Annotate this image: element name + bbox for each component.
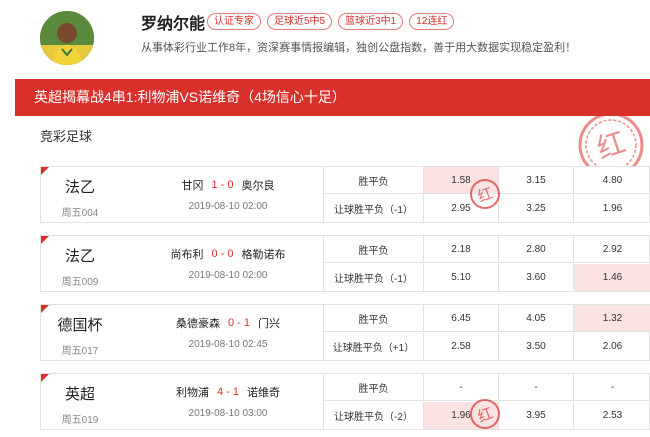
section-label: 竞彩足球 — [40, 129, 93, 144]
match-time: 2019-08-10 02:00 — [188, 270, 268, 281]
svg-text:红: 红 — [593, 125, 630, 165]
expert-name: 罗纳尔能 — [141, 16, 206, 33]
odds-row: 让球胜平负（-1） 5.10 3.60 1.46 — [324, 264, 650, 291]
odds-table: 胜平负 2.18 2.80 2.92 让球胜平负（-1） 5.10 3.60 1.46 — [323, 236, 650, 291]
tag-basketball-record: 篮球近3中1 — [338, 13, 404, 30]
odds-cell[interactable]: 2.18 — [424, 236, 499, 262]
home-team: 桑德豪森 — [175, 318, 220, 330]
match-time: 2019-08-10 03:00 — [188, 408, 268, 419]
bet-type: 让球胜平负（-2） — [324, 402, 424, 429]
odds-cell[interactable]: 1.32 — [574, 305, 650, 331]
match-teams: 桑德豪森 0 - 1 门兴 — [153, 315, 303, 331]
odds-cell[interactable]: 2.80 — [499, 236, 574, 262]
home-team: 尚布利 — [170, 249, 204, 261]
bet-type: 胜平负 — [324, 167, 424, 193]
expert-tags: 认证专家 足球近5中5 篮球近3中1 12连红 — [207, 13, 455, 30]
odds-cell[interactable]: 2.92 — [574, 236, 650, 262]
hit-stamp-icon: 红 — [470, 399, 500, 429]
corner-marker — [41, 167, 49, 175]
match-score: 0 - 0 — [211, 248, 234, 260]
away-team: 诺维奇 — [247, 387, 280, 399]
away-team: 门兴 — [258, 318, 280, 330]
bet-type: 让球胜平负（+1） — [324, 333, 424, 360]
odds-cell[interactable]: 4.80 — [574, 167, 650, 193]
match-teams: 尚布利 0 - 0 格勒诺布 — [153, 246, 303, 262]
svg-text:红: 红 — [475, 404, 495, 426]
league-name: 法乙 — [64, 248, 95, 265]
tag-certified: 认证专家 — [207, 13, 261, 30]
odds-cell[interactable]: 3.15 — [499, 167, 574, 193]
match-score: 1 - 0 — [211, 179, 234, 191]
match-card[interactable]: 法乙 周五009 尚布利 0 - 0 格勒诺布 2019-08-10 02:00… — [40, 235, 650, 292]
odds-cell[interactable]: 2.06 — [574, 333, 650, 360]
away-team: 奥尔良 — [241, 180, 275, 192]
odds-table: 胜平负 6.45 4.05 1.32 让球胜平负（+1） 2.58 3.50 2.06 — [323, 305, 650, 360]
league-name: 法乙 — [64, 179, 95, 196]
match-issue: 周五019 — [61, 415, 99, 426]
bet-type: 让球胜平负（-1） — [324, 195, 424, 222]
corner-marker — [41, 236, 49, 244]
corner-marker — [41, 305, 49, 313]
odds-cell[interactable]: 6.45 — [424, 305, 499, 331]
odds-cell[interactable]: 2.58 — [424, 333, 499, 360]
bet-type: 让球胜平负（-1） — [324, 264, 424, 291]
odds-row: 让球胜平负（+1） 2.58 3.50 2.06 — [324, 333, 650, 360]
odds-row: 胜平负 6.45 4.05 1.32 — [324, 305, 650, 332]
match-issue: 周五017 — [61, 346, 99, 357]
odds-cell[interactable]: 1.46 — [574, 264, 650, 291]
hit-stamp-icon: 红 — [470, 179, 500, 209]
away-team: 格勒诺布 — [241, 249, 286, 261]
svg-text:红: 红 — [475, 184, 495, 206]
bet-type: 胜平负 — [324, 236, 424, 262]
match-card[interactable]: 德国杯 周五017 桑德豪森 0 - 1 门兴 2019-08-10 02:45… — [40, 304, 650, 361]
match-teams: 利物浦 4 - 1 诺维奇 — [153, 384, 303, 400]
match-time: 2019-08-10 02:45 — [188, 339, 268, 350]
odds-cell[interactable]: 1.96 — [574, 195, 650, 222]
odds-cell[interactable]: 3.60 — [499, 264, 574, 291]
bet-type: 胜平负 — [324, 374, 424, 400]
odds-row: 胜平负 2.18 2.80 2.92 — [324, 236, 650, 263]
expert-header: 罗纳尔能 认证专家 足球近5中5 篮球近3中1 12连红 从事体彩行业工作8年，… — [0, 0, 650, 80]
league-name: 英超 — [64, 386, 95, 403]
home-team: 甘冈 — [181, 180, 204, 192]
odds-cell[interactable]: 4.05 — [499, 305, 574, 331]
match-score: 4 - 1 — [216, 386, 239, 398]
match-card[interactable]: 法乙 周五004 甘冈 1 - 0 奥尔良 2019-08-10 02:00 胜… — [40, 166, 650, 223]
match-score: 0 - 1 — [227, 317, 250, 329]
match-card[interactable]: 英超 周五019 利物浦 4 - 1 诺维奇 2019-08-10 03:00 … — [40, 373, 650, 430]
corner-marker — [41, 374, 49, 382]
odds-cell[interactable]: 3.95 — [499, 402, 574, 429]
expert-description: 从事体彩行业工作8年，资深赛事情报编辑，独创公盘指数，善于用大数据实现稳定盈利！ — [141, 42, 577, 54]
odds-cell[interactable]: 3.50 — [499, 333, 574, 360]
tag-win-streak: 12连红 — [409, 13, 455, 30]
match-teams: 甘冈 1 - 0 奥尔良 — [153, 177, 303, 193]
home-team: 利物浦 — [175, 387, 209, 399]
article-title-banner: 英超揭幕战4串1:利物浦VS诺维奇（4场信心十足） — [15, 79, 650, 116]
odds-cell[interactable]: 5.10 — [424, 264, 499, 291]
bet-type: 胜平负 — [324, 305, 424, 331]
match-issue: 周五009 — [61, 277, 99, 288]
match-issue: 周五004 — [61, 208, 99, 219]
odds-cell[interactable]: 3.25 — [499, 195, 574, 222]
expert-avatar[interactable] — [40, 11, 94, 65]
league-name: 德国杯 — [57, 317, 103, 334]
odds-cell[interactable]: 2.53 — [574, 402, 650, 429]
odds-cell[interactable]: - — [499, 374, 574, 400]
tag-football-record: 足球近5中5 — [267, 13, 333, 30]
match-time: 2019-08-10 02:00 — [188, 201, 268, 212]
odds-cell[interactable]: - — [574, 374, 650, 400]
